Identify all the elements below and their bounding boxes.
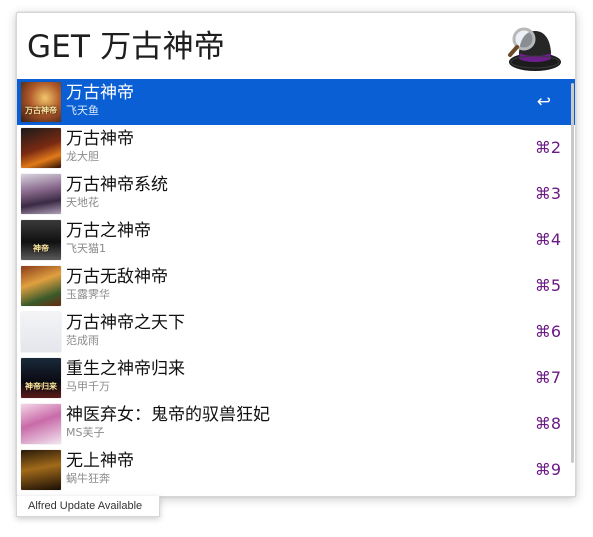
alfred-hat-icon (508, 27, 561, 71)
result-subtitle: 蜗牛狂奔 (66, 472, 110, 485)
book-cover-thumbnail (21, 266, 61, 306)
shortcut-label: ⌘8 (534, 414, 561, 433)
result-title: 万古之神帝 (66, 221, 151, 241)
result-title: 万古神帝之天下 (66, 313, 185, 333)
result-subtitle: MS芙子 (66, 426, 105, 439)
result-row-2[interactable]: 万古神帝 龙大胆 ⌘2 (17, 125, 575, 171)
shortcut-label: ⌘6 (534, 322, 561, 341)
book-cover-thumbnail (21, 312, 61, 352)
book-cover-thumbnail (21, 450, 61, 490)
return-key-icon: ↩ (536, 92, 551, 112)
result-subtitle: 飞天猫1 (66, 242, 106, 255)
result-title: 万古神帝系统 (66, 175, 168, 195)
book-cover-thumbnail: 万古神帝 (21, 82, 61, 122)
result-subtitle: 天地花 (66, 196, 99, 209)
search-input[interactable]: GET 万古神帝 (27, 25, 225, 69)
book-cover-thumbnail (21, 404, 61, 444)
shortcut-label: ⌘5 (534, 276, 561, 295)
result-title: 万古无敌神帝 (66, 267, 168, 287)
book-cover-thumbnail: 神帝归来 (21, 358, 61, 398)
result-title: 万古神帝 (66, 129, 134, 149)
result-row-4[interactable]: 神帝 万古之神帝 飞天猫1 ⌘4 (17, 217, 575, 263)
shortcut-label: ⌘7 (534, 368, 561, 387)
result-row-1[interactable]: 万古神帝 万古神帝 飞天鱼 ↩ (17, 79, 575, 125)
result-row-5[interactable]: 万古无敌神帝 玉露霁华 ⌘5 (17, 263, 575, 309)
result-title: 万古神帝 (66, 83, 134, 103)
shortcut-label: ⌘9 (534, 460, 561, 479)
result-row-9[interactable]: 无上神帝 蜗牛狂奔 ⌘9 (17, 447, 575, 493)
alfred-window: GET 万古神帝 万古神帝 万古神帝 飞天鱼 ↩ 万古神帝 龙大胆 ⌘2 万古神… (16, 12, 576, 497)
book-cover-thumbnail (21, 174, 61, 214)
result-row-3[interactable]: 万古神帝系统 天地花 ⌘3 (17, 171, 575, 217)
result-subtitle: 玉露霁华 (66, 288, 110, 301)
update-available-tab[interactable]: Alfred Update Available (16, 496, 160, 517)
book-cover-thumbnail: 神帝 (21, 220, 61, 260)
shortcut-label: ⌘4 (534, 230, 561, 249)
result-subtitle: 范成雨 (66, 334, 99, 347)
result-row-7[interactable]: 神帝归来 重生之神帝归来 马甲千万 ⌘7 (17, 355, 575, 401)
scrollbar[interactable] (571, 83, 574, 463)
shortcut-label: ⌘2 (534, 138, 561, 157)
result-row-8[interactable]: 神医弃女：鬼帝的驭兽狂妃 MS芙子 ⌘8 (17, 401, 575, 447)
result-subtitle: 飞天鱼 (66, 104, 99, 117)
search-bar[interactable]: GET 万古神帝 (17, 13, 575, 79)
result-subtitle: 马甲千万 (66, 380, 110, 393)
result-row-6[interactable]: 万古神帝之天下 范成雨 ⌘6 (17, 309, 575, 355)
result-title: 重生之神帝归来 (66, 359, 185, 379)
result-subtitle: 龙大胆 (66, 150, 99, 163)
shortcut-label: ⌘3 (534, 184, 561, 203)
result-title: 无上神帝 (66, 451, 134, 471)
results-list: 万古神帝 万古神帝 飞天鱼 ↩ 万古神帝 龙大胆 ⌘2 万古神帝系统 天地花 ⌘… (17, 79, 575, 493)
result-title: 神医弃女：鬼帝的驭兽狂妃 (66, 405, 270, 425)
book-cover-thumbnail (21, 128, 61, 168)
